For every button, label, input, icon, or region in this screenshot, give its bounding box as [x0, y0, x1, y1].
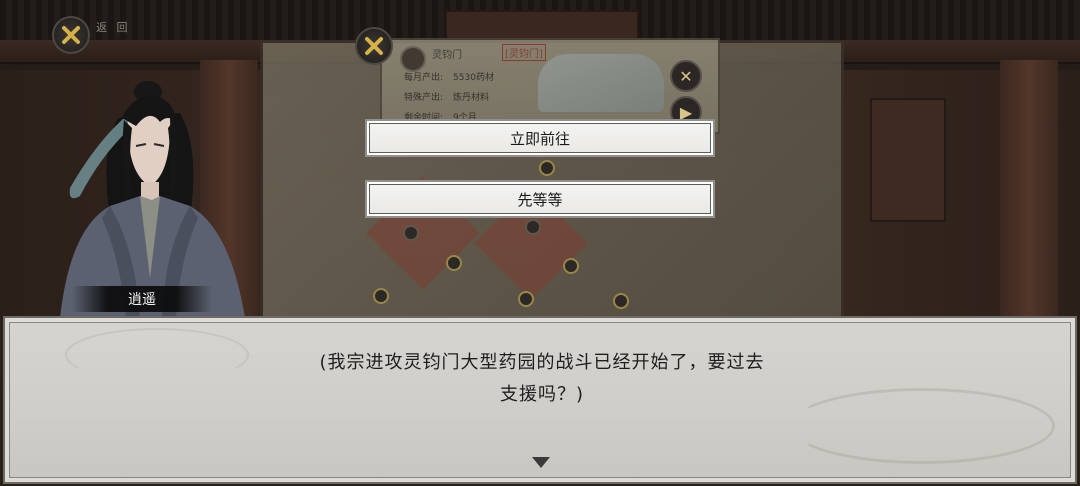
- continue-arrow-icon[interactable]: [532, 457, 550, 468]
- map-node[interactable]: [446, 255, 462, 271]
- speaker-name-plate: 逍遥: [72, 286, 212, 312]
- right-pillar: [1000, 60, 1058, 320]
- info-row: 特殊产出: 炼丹材料: [404, 93, 490, 103]
- hanging-banner: [870, 98, 946, 222]
- dialog-text-line-2: 支援吗？): [499, 384, 585, 405]
- dialog-text-line-1: (我宗进攻灵钧门大型药园的战斗已经开始了，要过去: [319, 352, 765, 373]
- character-portrait: [60, 81, 245, 318]
- sect-tag: [灵钧门]: [502, 44, 546, 61]
- map-node[interactable]: [525, 219, 541, 235]
- hall-plaque: [445, 10, 639, 40]
- close-map-button[interactable]: [355, 27, 393, 65]
- back-button[interactable]: [52, 16, 90, 54]
- map-node[interactable]: [563, 258, 579, 274]
- close-x-icon: [365, 37, 383, 55]
- info-row: 每月产出: 5530药材: [404, 73, 494, 83]
- close-x-icon: [62, 26, 80, 44]
- sect-emblem-icon: [400, 46, 426, 72]
- map-node[interactable]: [613, 293, 629, 309]
- sect-name: 灵钧门: [432, 50, 462, 61]
- back-label: 返 回: [96, 21, 131, 34]
- map-node[interactable]: [518, 291, 534, 307]
- close-icon[interactable]: ✕: [670, 60, 702, 92]
- choice-go-now-button[interactable]: 立即前往: [365, 119, 715, 157]
- dialog-box[interactable]: (我宗进攻灵钧门大型药园的战斗已经开始了，要过去 支援吗？): [3, 316, 1077, 484]
- mountain-illustration: [538, 54, 664, 112]
- map-node[interactable]: [403, 225, 419, 241]
- map-node[interactable]: [373, 288, 389, 304]
- map-node[interactable]: [539, 160, 555, 176]
- choice-wait-button[interactable]: 先等等: [365, 180, 715, 218]
